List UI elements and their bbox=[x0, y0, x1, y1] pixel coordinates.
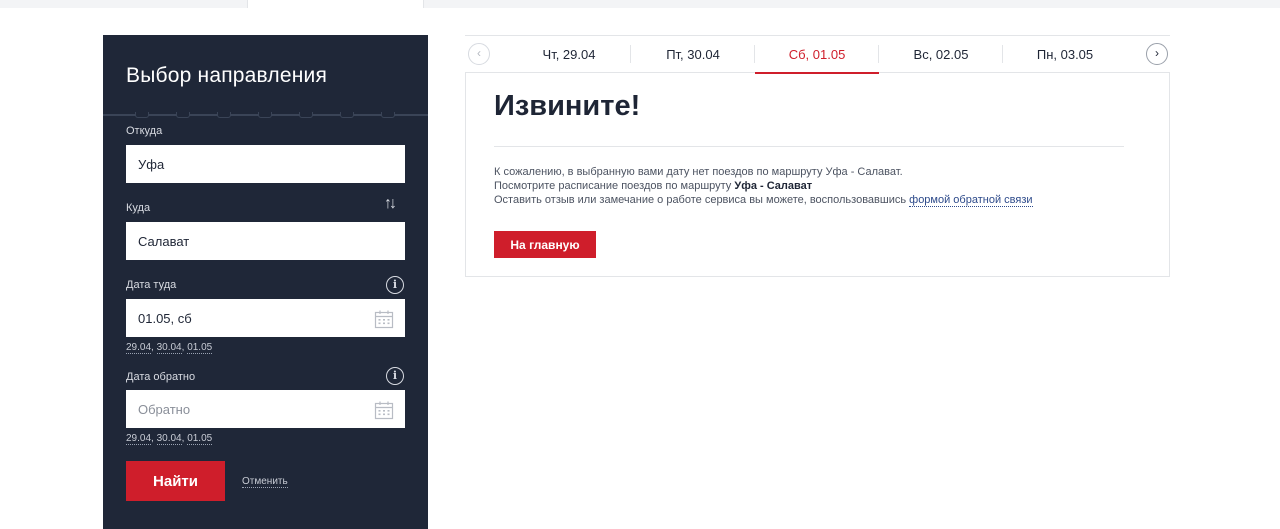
panel-divider bbox=[494, 146, 1124, 147]
date-tab[interactable]: Пт, 30.04 bbox=[631, 36, 755, 73]
date-tab[interactable]: Пн, 03.05 bbox=[1003, 36, 1127, 73]
return-date-input[interactable] bbox=[126, 390, 405, 428]
swap-arrows-icon[interactable]: ↑↓ bbox=[384, 195, 397, 213]
route-name[interactable]: Уфа - Салават bbox=[734, 180, 812, 192]
no-trains-message: К сожалению, в выбранную вами дату нет п… bbox=[494, 166, 903, 178]
depart-date-label: Дата туда bbox=[126, 279, 177, 291]
feedback-message: Оставить отзыв или замечание о работе се… bbox=[494, 194, 1033, 207]
quick-date-link[interactable]: 30.04 bbox=[156, 342, 182, 354]
divider-notches bbox=[103, 112, 428, 118]
date-tab[interactable]: Вс, 02.05 bbox=[879, 36, 1003, 73]
date-navigation: ‹ Чт, 29.04 Пт, 30.04 Сб, 01.05 Вс, 02.0… bbox=[465, 35, 1170, 74]
no-trains-panel: Извините! К сожалению, в выбранную вами … bbox=[465, 73, 1170, 277]
home-button[interactable]: На главную bbox=[494, 231, 596, 258]
quick-date-link[interactable]: 29.04 bbox=[126, 342, 152, 354]
sorry-title: Извините! bbox=[494, 90, 641, 122]
depart-date-input[interactable] bbox=[126, 299, 405, 337]
from-label: Откуда bbox=[126, 125, 163, 137]
quick-date-link[interactable]: 29.04 bbox=[126, 433, 152, 445]
quick-date-link[interactable]: 30.04 bbox=[156, 433, 182, 445]
quick-date-link[interactable]: 01.05 bbox=[187, 433, 213, 445]
info-icon[interactable]: i bbox=[386, 276, 404, 294]
direction-sidebar: Выбор направления Откуда Куда ↑↓ Дата ту… bbox=[103, 35, 428, 529]
from-input[interactable] bbox=[126, 145, 405, 183]
calendar-icon[interactable] bbox=[374, 309, 394, 329]
top-tab[interactable] bbox=[247, 0, 424, 8]
calendar-icon[interactable] bbox=[374, 400, 394, 420]
chevron-right-icon[interactable]: › bbox=[1146, 43, 1168, 65]
chevron-left-icon[interactable]: ‹ bbox=[468, 43, 490, 65]
feedback-form-link[interactable]: формой обратной связи bbox=[909, 194, 1033, 207]
sidebar-title: Выбор направления bbox=[126, 64, 328, 87]
quick-date-link[interactable]: 01.05 bbox=[187, 342, 213, 354]
info-icon[interactable]: i bbox=[386, 367, 404, 385]
cancel-link[interactable]: Отменить bbox=[242, 476, 288, 488]
depart-quick-dates: 29.04, 30.04, 01.05 bbox=[126, 342, 213, 354]
to-label: Куда bbox=[126, 202, 151, 214]
date-tab[interactable]: Чт, 29.04 bbox=[507, 36, 631, 73]
to-input[interactable] bbox=[126, 222, 405, 260]
top-bar bbox=[0, 0, 1280, 8]
date-tab-active[interactable]: Сб, 01.05 bbox=[755, 36, 879, 74]
return-date-label: Дата обратно bbox=[126, 371, 196, 383]
return-quick-dates: 29.04, 30.04, 01.05 bbox=[126, 433, 213, 445]
find-button[interactable]: Найти bbox=[126, 461, 225, 501]
schedule-message: Посмотрите расписание поездов по маршрут… bbox=[494, 180, 813, 192]
